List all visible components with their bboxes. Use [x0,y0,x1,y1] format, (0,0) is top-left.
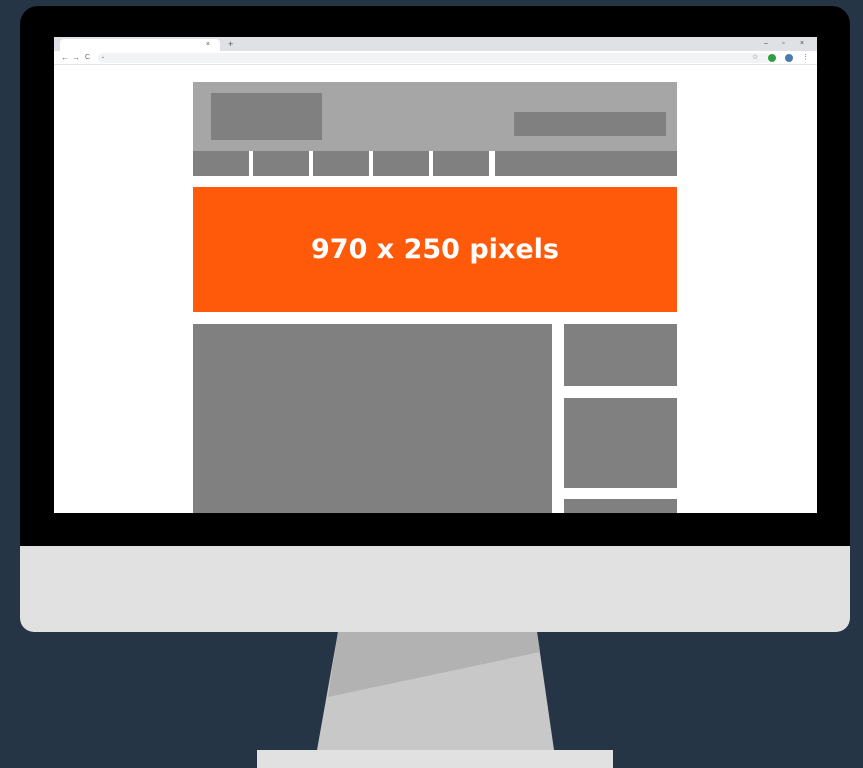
minimize-icon[interactable]: – [764,39,768,49]
bookmark-star-icon[interactable]: ☆ [752,53,758,63]
tab-close-icon[interactable]: × [206,39,210,51]
close-window-icon[interactable]: × [800,39,804,49]
nav-item-placeholder [193,151,249,176]
nav-bar-placeholder [193,151,677,176]
browser-tab[interactable]: × [60,39,220,51]
extension-icon[interactable] [768,54,776,62]
forward-icon[interactable]: → [72,53,80,63]
sidebar-block-placeholder [564,324,677,386]
monitor-base [257,750,613,768]
menu-kebab-icon[interactable]: ⋮ [802,53,809,63]
browser-toolbar: ← → C ▪ ☆ ⋮ [54,51,817,65]
billboard-ad-banner: 970 x 250 pixels [193,187,677,312]
back-icon[interactable]: ← [61,53,69,63]
sidebar-block-placeholder [564,499,677,513]
restore-icon[interactable]: ▫ [782,39,784,49]
lock-icon: ▪ [102,55,104,61]
nav-item-placeholder [313,151,369,176]
search-bar-placeholder [514,112,666,136]
browser-tab-bar: × + – ▫ × [54,37,817,51]
ad-size-label: 970 x 250 pixels [311,234,559,265]
nav-item-placeholder [373,151,429,176]
sidebar-block-placeholder [564,398,677,488]
browser-screen: × + – ▫ × ← → C ▪ ☆ ⋮ 970 x 250 pixels [54,37,817,513]
logo-placeholder [211,93,322,140]
profile-avatar-icon[interactable] [785,54,793,62]
address-bar[interactable]: ▪ [98,53,770,63]
main-content-placeholder [193,324,552,513]
new-tab-icon[interactable]: + [228,39,233,49]
reload-icon[interactable]: C [85,53,90,63]
nav-item-placeholder [433,151,489,176]
nav-item-placeholder [253,151,309,176]
nav-item-placeholder [495,151,677,176]
